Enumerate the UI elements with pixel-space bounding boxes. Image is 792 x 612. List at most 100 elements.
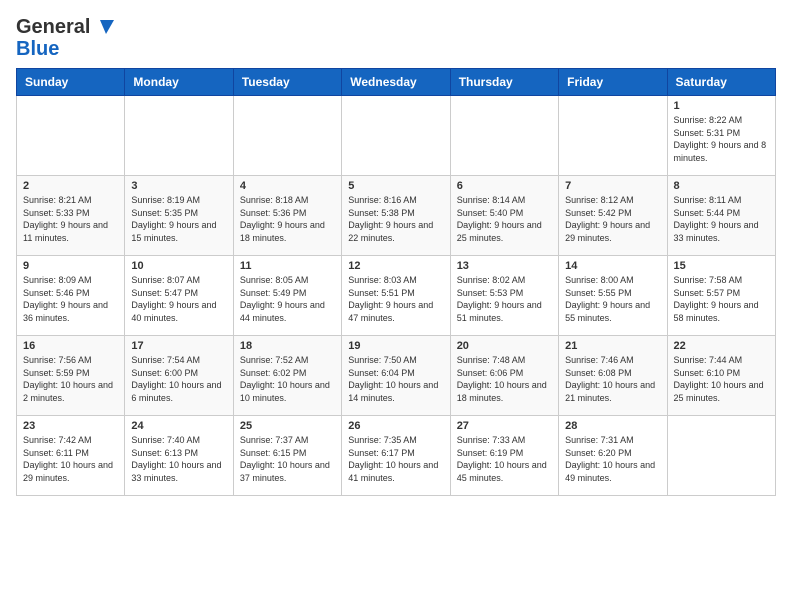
day-info: Sunrise: 8:14 AM Sunset: 5:40 PM Dayligh… — [457, 194, 552, 244]
day-number: 6 — [457, 180, 552, 192]
day-cell: 9 Sunrise: 8:09 AM Sunset: 5:46 PM Daylig… — [17, 256, 125, 336]
day-cell: 22 Sunrise: 7:44 AM Sunset: 6:10 PM Dayli… — [667, 336, 775, 416]
day-number: 28 — [565, 420, 660, 432]
day-info: Sunrise: 8:19 AM Sunset: 5:35 PM Dayligh… — [131, 194, 226, 244]
day-number: 7 — [565, 180, 660, 192]
logo: General Blue — [16, 16, 114, 60]
day-number: 4 — [240, 180, 335, 192]
day-number: 25 — [240, 420, 335, 432]
day-info: Sunrise: 8:09 AM Sunset: 5:46 PM Dayligh… — [23, 274, 118, 324]
day-cell: 12 Sunrise: 8:03 AM Sunset: 5:51 PM Dayli… — [342, 256, 450, 336]
day-number: 10 — [131, 260, 226, 272]
day-info: Sunrise: 8:16 AM Sunset: 5:38 PM Dayligh… — [348, 194, 443, 244]
day-number: 22 — [674, 340, 769, 352]
day-info: Sunrise: 8:21 AM Sunset: 5:33 PM Dayligh… — [23, 194, 118, 244]
day-info: Sunrise: 8:07 AM Sunset: 5:47 PM Dayligh… — [131, 274, 226, 324]
day-info: Sunrise: 7:40 AM Sunset: 6:13 PM Dayligh… — [131, 434, 226, 484]
day-number: 19 — [348, 340, 443, 352]
day-cell: 3 Sunrise: 8:19 AM Sunset: 5:35 PM Daylig… — [125, 176, 233, 256]
day-cell: 28 Sunrise: 7:31 AM Sunset: 6:20 PM Dayli… — [559, 416, 667, 496]
day-cell: 21 Sunrise: 7:46 AM Sunset: 6:08 PM Dayli… — [559, 336, 667, 416]
day-info: Sunrise: 7:54 AM Sunset: 6:00 PM Dayligh… — [131, 354, 226, 404]
day-number: 1 — [674, 100, 769, 112]
day-number: 3 — [131, 180, 226, 192]
day-info: Sunrise: 8:18 AM Sunset: 5:36 PM Dayligh… — [240, 194, 335, 244]
day-cell: 27 Sunrise: 7:33 AM Sunset: 6:19 PM Dayli… — [450, 416, 558, 496]
weekday-header-tuesday: Tuesday — [233, 69, 341, 96]
day-info: Sunrise: 8:22 AM Sunset: 5:31 PM Dayligh… — [674, 114, 769, 164]
day-info: Sunrise: 7:46 AM Sunset: 6:08 PM Dayligh… — [565, 354, 660, 404]
day-cell: 1 Sunrise: 8:22 AM Sunset: 5:31 PM Daylig… — [667, 96, 775, 176]
day-number: 20 — [457, 340, 552, 352]
day-cell: 10 Sunrise: 8:07 AM Sunset: 5:47 PM Dayli… — [125, 256, 233, 336]
day-number: 21 — [565, 340, 660, 352]
calendar: SundayMondayTuesdayWednesdayThursdayFrid… — [16, 68, 776, 496]
day-cell: 5 Sunrise: 8:16 AM Sunset: 5:38 PM Daylig… — [342, 176, 450, 256]
day-cell — [667, 416, 775, 496]
day-number: 15 — [674, 260, 769, 272]
day-info: Sunrise: 7:42 AM Sunset: 6:11 PM Dayligh… — [23, 434, 118, 484]
weekday-header-saturday: Saturday — [667, 69, 775, 96]
day-info: Sunrise: 7:58 AM Sunset: 5:57 PM Dayligh… — [674, 274, 769, 324]
day-cell: 4 Sunrise: 8:18 AM Sunset: 5:36 PM Daylig… — [233, 176, 341, 256]
day-cell: 25 Sunrise: 7:37 AM Sunset: 6:15 PM Dayli… — [233, 416, 341, 496]
day-number: 8 — [674, 180, 769, 192]
week-row-3: 9 Sunrise: 8:09 AM Sunset: 5:46 PM Daylig… — [17, 256, 776, 336]
logo-text-block: General Blue — [16, 16, 114, 60]
week-row-5: 23Sunrise: 7:42 AM Sunset: 6:11 PM Dayli… — [17, 416, 776, 496]
day-info: Sunrise: 7:31 AM Sunset: 6:20 PM Dayligh… — [565, 434, 660, 484]
day-cell — [17, 96, 125, 176]
day-cell: 2 Sunrise: 8:21 AM Sunset: 5:33 PM Daylig… — [17, 176, 125, 256]
day-cell: 14 Sunrise: 8:00 AM Sunset: 5:55 PM Dayli… — [559, 256, 667, 336]
day-info: Sunrise: 8:11 AM Sunset: 5:44 PM Dayligh… — [674, 194, 769, 244]
day-number: 5 — [348, 180, 443, 192]
day-cell: 26Sunrise: 7:35 AM Sunset: 6:17 PM Dayli… — [342, 416, 450, 496]
day-number: 17 — [131, 340, 226, 352]
day-cell — [559, 96, 667, 176]
day-number: 18 — [240, 340, 335, 352]
day-info: Sunrise: 7:44 AM Sunset: 6:10 PM Dayligh… — [674, 354, 769, 404]
week-row-2: 2 Sunrise: 8:21 AM Sunset: 5:33 PM Daylig… — [17, 176, 776, 256]
day-cell: 18 Sunrise: 7:52 AM Sunset: 6:02 PM Dayli… — [233, 336, 341, 416]
day-cell: 19 Sunrise: 7:50 AM Sunset: 6:04 PM Dayli… — [342, 336, 450, 416]
day-info: Sunrise: 8:02 AM Sunset: 5:53 PM Dayligh… — [457, 274, 552, 324]
day-cell: 23Sunrise: 7:42 AM Sunset: 6:11 PM Dayli… — [17, 416, 125, 496]
day-number: 13 — [457, 260, 552, 272]
day-info: Sunrise: 8:05 AM Sunset: 5:49 PM Dayligh… — [240, 274, 335, 324]
day-cell: 16 Sunrise: 7:56 AM Sunset: 5:59 PM Dayli… — [17, 336, 125, 416]
day-number: 9 — [23, 260, 118, 272]
day-info: Sunrise: 7:48 AM Sunset: 6:06 PM Dayligh… — [457, 354, 552, 404]
weekday-header-sunday: Sunday — [17, 69, 125, 96]
day-number: 24 — [131, 420, 226, 432]
day-number: 2 — [23, 180, 118, 192]
weekday-header-thursday: Thursday — [450, 69, 558, 96]
day-info: Sunrise: 8:12 AM Sunset: 5:42 PM Dayligh… — [565, 194, 660, 244]
logo-wing-icon — [92, 18, 114, 36]
day-number: 11 — [240, 260, 335, 272]
day-info: Sunrise: 8:03 AM Sunset: 5:51 PM Dayligh… — [348, 274, 443, 324]
week-row-1: 1 Sunrise: 8:22 AM Sunset: 5:31 PM Daylig… — [17, 96, 776, 176]
day-info: Sunrise: 7:50 AM Sunset: 6:04 PM Dayligh… — [348, 354, 443, 404]
day-number: 27 — [457, 420, 552, 432]
day-info: Sunrise: 7:33 AM Sunset: 6:19 PM Dayligh… — [457, 434, 552, 484]
day-cell: 24 Sunrise: 7:40 AM Sunset: 6:13 PM Dayli… — [125, 416, 233, 496]
day-cell: 6 Sunrise: 8:14 AM Sunset: 5:40 PM Daylig… — [450, 176, 558, 256]
day-cell — [233, 96, 341, 176]
day-cell — [342, 96, 450, 176]
day-info: Sunrise: 8:00 AM Sunset: 5:55 PM Dayligh… — [565, 274, 660, 324]
week-row-4: 16 Sunrise: 7:56 AM Sunset: 5:59 PM Dayli… — [17, 336, 776, 416]
day-number: 16 — [23, 340, 118, 352]
day-cell — [125, 96, 233, 176]
day-info: Sunrise: 7:35 AM Sunset: 6:17 PM Dayligh… — [348, 434, 443, 484]
day-info: Sunrise: 7:56 AM Sunset: 5:59 PM Dayligh… — [23, 354, 118, 404]
day-number: 14 — [565, 260, 660, 272]
day-number: 12 — [348, 260, 443, 272]
day-cell: 8 Sunrise: 8:11 AM Sunset: 5:44 PM Daylig… — [667, 176, 775, 256]
day-info: Sunrise: 7:52 AM Sunset: 6:02 PM Dayligh… — [240, 354, 335, 404]
weekday-header-monday: Monday — [125, 69, 233, 96]
weekday-header-friday: Friday — [559, 69, 667, 96]
logo-general: General — [16, 16, 90, 38]
day-cell: 13 Sunrise: 8:02 AM Sunset: 5:53 PM Dayli… — [450, 256, 558, 336]
day-cell: 7 Sunrise: 8:12 AM Sunset: 5:42 PM Daylig… — [559, 176, 667, 256]
day-info: Sunrise: 7:37 AM Sunset: 6:15 PM Dayligh… — [240, 434, 335, 484]
